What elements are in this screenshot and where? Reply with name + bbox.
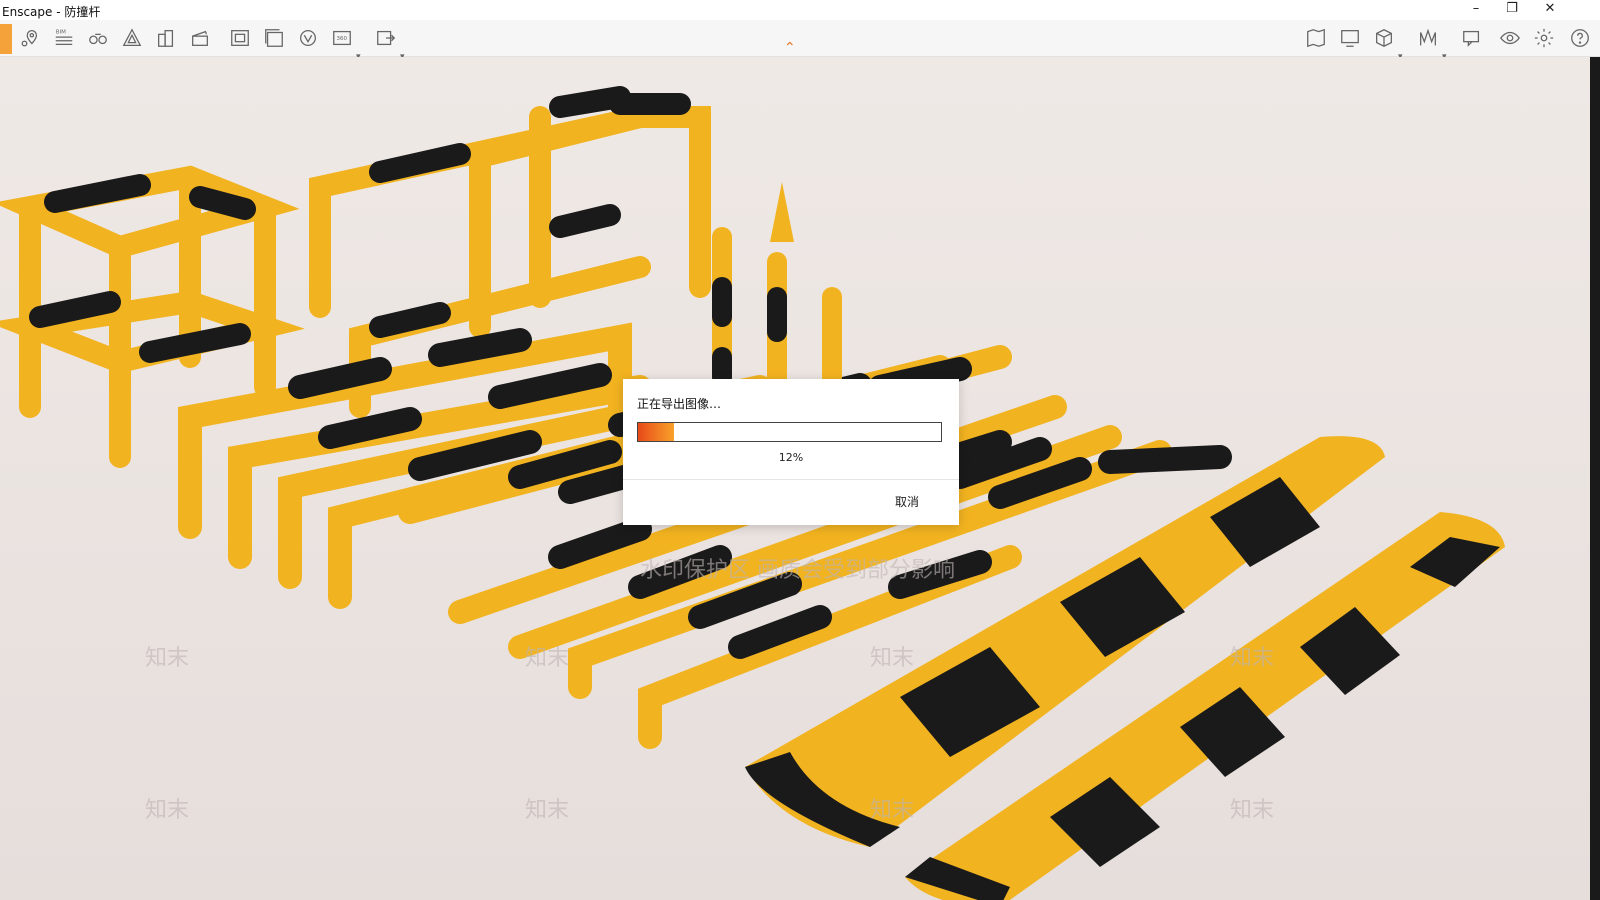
progress-fill [638,423,675,441]
dialog-divider [623,479,959,480]
watermark-brand: 知末 [145,646,190,671]
minimize-button[interactable]: – [1458,0,1494,20]
viewport-edge [1590,57,1600,900]
svg-text:BIM: BIM [56,29,66,35]
progress-bar [637,422,942,442]
gear-icon[interactable] [1530,24,1558,52]
vr-icon[interactable] [1414,24,1442,52]
360-icon[interactable]: 360 [328,24,356,52]
window-title: Enscape - 防撞杆 [2,5,101,19]
cancel-button[interactable]: 取消 [895,493,919,510]
home-icon[interactable] [0,24,12,54]
render-image-icon[interactable] [226,24,254,52]
watermark-brand: 知末 [1230,798,1275,823]
asset-library-icon[interactable] [118,24,146,52]
bim-icon[interactable]: BIM [50,24,78,52]
watermark-brand: 知末 [525,798,570,823]
watermark-brand: 知末 [1230,646,1275,671]
export-icon[interactable] [372,24,400,52]
export-progress-dialog: 正在导出图像… 12% 取消 [623,379,959,525]
chat-icon[interactable] [1458,24,1486,52]
collapse-toolbar-icon[interactable]: ⌃ [784,40,796,56]
map-icon[interactable] [1302,24,1330,52]
watermark-brand: 知末 [870,798,915,823]
batch-render-icon[interactable] [260,24,288,52]
cube-icon[interactable] [1370,24,1398,52]
clapperboard-icon[interactable] [186,24,214,52]
screen-icon[interactable] [1336,24,1364,52]
restore-button[interactable]: ❐ [1494,0,1530,20]
watermark-brand: 知末 [145,798,190,823]
title-bar: Enscape - 防撞杆 – ❐ ✕ [0,0,1600,20]
watermark-brand: 知末 [870,646,915,671]
progress-percent: 12% [778,451,804,464]
svg-text:360: 360 [337,36,348,42]
buildings-icon[interactable] [152,24,180,52]
location-pin-icon[interactable] [16,24,44,52]
toolbar: BIM 360 ▾ ▾ ▾ ▾ [0,20,1600,62]
dialog-title: 正在导出图像… [637,397,722,411]
binoculars-icon[interactable] [84,24,112,52]
help-icon[interactable] [1566,24,1594,52]
close-button[interactable]: ✕ [1532,0,1568,20]
panorama-icon[interactable] [294,24,322,52]
watermark-brand: 知末 [525,646,570,671]
watermark-text: 水印保护区 画质会受到部分影响 [640,558,955,583]
eye-icon[interactable] [1496,24,1524,52]
